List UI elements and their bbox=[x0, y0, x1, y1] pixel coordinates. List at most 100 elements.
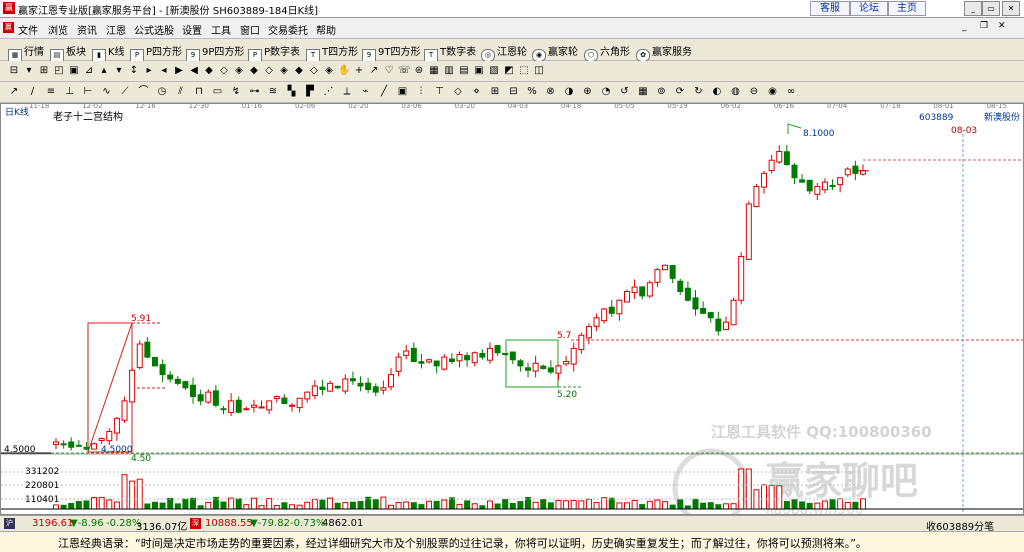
draw-tool-icon[interactable]: ▾ bbox=[113, 65, 125, 77]
draw-tool-icon[interactable]: ⬚ bbox=[518, 65, 530, 77]
analysis-tool-icon[interactable]: ⊖ bbox=[748, 86, 760, 98]
draw-tool-icon[interactable]: ◈ bbox=[278, 65, 290, 77]
menu-help[interactable]: 帮助 bbox=[316, 22, 336, 37]
analysis-tool-icon[interactable]: ▭ bbox=[212, 86, 224, 98]
tool-gann-wheel[interactable]: ◎ 江恩轮 bbox=[481, 43, 527, 62]
analysis-tool-icon[interactable]: ∞ bbox=[785, 86, 797, 98]
draw-tool-icon[interactable]: ▧ bbox=[488, 65, 500, 77]
analysis-tool-icon[interactable]: ∿ bbox=[101, 86, 113, 98]
menu-window[interactable]: 窗口 bbox=[240, 22, 260, 37]
analysis-tool-icon[interactable]: ↯ bbox=[230, 86, 242, 98]
draw-tool-icon[interactable]: ⊟ bbox=[8, 65, 20, 77]
draw-tool-icon[interactable]: ◇ bbox=[308, 65, 320, 77]
draw-tool-icon[interactable]: ▦ bbox=[428, 65, 440, 77]
draw-tool-icon[interactable]: ◩ bbox=[503, 65, 515, 77]
draw-tool-icon[interactable]: ▤ bbox=[458, 65, 470, 77]
tool-p-table[interactable]: P P数字表 bbox=[248, 43, 300, 62]
draw-tool-icon[interactable]: ☏ bbox=[398, 65, 411, 77]
kline-chart-panel[interactable]: 11-18 12-02 12-16 12-30 01-16 02-06 02-20 03-06… bbox=[0, 103, 1024, 515]
draw-tool-icon[interactable]: ◰ bbox=[53, 65, 65, 77]
analysis-tool-icon[interactable]: ≋ bbox=[267, 86, 279, 98]
analysis-tool-icon[interactable]: % bbox=[526, 86, 538, 98]
draw-tool-icon[interactable]: ⊿ bbox=[83, 65, 95, 77]
analysis-tool-icon[interactable]: ⊞ bbox=[489, 86, 501, 98]
mdi-restore-icon[interactable]: ❐ bbox=[980, 21, 988, 31]
analysis-tool-icon[interactable]: ⊗ bbox=[545, 86, 557, 98]
draw-tool-icon[interactable]: ▾ bbox=[23, 65, 35, 77]
analysis-tool-icon[interactable]: ╱ bbox=[378, 86, 390, 98]
maximize-icon[interactable]: ▭ bbox=[982, 1, 1000, 16]
analysis-tool-icon[interactable]: ⋰ bbox=[323, 86, 335, 98]
tool-t-square[interactable]: T T四方形 bbox=[306, 43, 358, 62]
kline-chart[interactable]: 11-18 12-02 12-16 12-30 01-16 02-06 02-20 03-06… bbox=[1, 104, 1023, 514]
sh-index-value[interactable]: 3196.61 bbox=[32, 518, 73, 529]
draw-tool-icon[interactable]: ▣ bbox=[68, 65, 80, 77]
draw-tool-icon[interactable]: ▣ bbox=[473, 65, 485, 77]
draw-tool-icon[interactable]: ▸ bbox=[143, 65, 155, 77]
menu-browse[interactable]: 浏览 bbox=[48, 22, 68, 37]
analysis-tool-icon[interactable]: ⊚ bbox=[656, 86, 668, 98]
analysis-tool-icon[interactable]: ⟂ bbox=[341, 86, 353, 98]
analysis-tool-icon[interactable]: ⊕ bbox=[582, 86, 594, 98]
draw-tool-icon[interactable]: ♡ bbox=[383, 65, 395, 77]
tool-t-table[interactable]: T T数字表 bbox=[424, 43, 476, 62]
draw-tool-icon[interactable]: ◫ bbox=[533, 65, 545, 77]
draw-tool-icon[interactable]: ◆ bbox=[248, 65, 260, 77]
menu-trade[interactable]: 交易委托 bbox=[268, 22, 308, 37]
draw-tool-icon[interactable]: ◇ bbox=[263, 65, 275, 77]
analysis-tool-icon[interactable]: ↺ bbox=[619, 86, 631, 98]
draw-tool-icon[interactable]: ⊛ bbox=[413, 65, 425, 77]
analysis-tool-icon[interactable]: ⊟ bbox=[508, 86, 520, 98]
analysis-tool-icon[interactable]: ⊓ bbox=[193, 86, 205, 98]
analysis-tool-icon[interactable]: ⟋ bbox=[119, 86, 131, 98]
draw-tool-icon[interactable]: ◆ bbox=[293, 65, 305, 77]
tool-quotes[interactable]: ▦ 行情 bbox=[8, 43, 44, 62]
draw-tool-icon[interactable]: ◀ bbox=[188, 65, 200, 77]
tool-sector[interactable]: ▤ 板块 bbox=[50, 43, 86, 62]
analysis-tool-icon[interactable]: ◐ bbox=[711, 86, 723, 98]
home-link[interactable]: 主页 bbox=[888, 1, 926, 16]
analysis-tool-icon[interactable]: ▚ bbox=[286, 86, 298, 98]
analysis-tool-icon[interactable]: ⋄ bbox=[471, 86, 483, 98]
analysis-tool-icon[interactable]: ▣ bbox=[397, 86, 409, 98]
sz-index-value[interactable]: 10888.55 bbox=[205, 518, 253, 529]
analysis-tool-icon[interactable]: ⊤ bbox=[434, 86, 446, 98]
analysis-tool-icon[interactable]: ◇ bbox=[452, 86, 464, 98]
close-icon[interactable]: ✕ bbox=[1002, 1, 1020, 16]
tool-9p-square[interactable]: 9 9P四方形 bbox=[186, 43, 244, 62]
draw-tool-icon[interactable]: ✋ bbox=[338, 65, 350, 77]
draw-tool-icon[interactable]: ⊞ bbox=[38, 65, 50, 77]
draw-tool-icon[interactable]: ▶ bbox=[173, 65, 185, 77]
analysis-tool-icon[interactable]: ≡ bbox=[45, 86, 57, 98]
draw-tool-icon[interactable]: ◈ bbox=[323, 65, 335, 77]
draw-tool-icon[interactable]: ▴ bbox=[98, 65, 110, 77]
menu-file[interactable]: 文件 bbox=[18, 22, 38, 37]
forum-link[interactable]: 论坛 bbox=[850, 1, 888, 16]
analysis-tool-icon[interactable]: ◔ bbox=[600, 86, 612, 98]
analysis-tool-icon[interactable]: ⊥ bbox=[64, 86, 76, 98]
mdi-close-icon[interactable]: ✕ bbox=[998, 21, 1006, 31]
menu-formula[interactable]: 公式选股 bbox=[134, 22, 174, 37]
menu-gann[interactable]: 江恩 bbox=[106, 22, 126, 37]
draw-tool-icon[interactable]: ▥ bbox=[443, 65, 455, 77]
tool-winner-service[interactable]: ✿ 赢家服务 bbox=[636, 43, 692, 62]
analysis-tool-icon[interactable]: ◉ bbox=[767, 86, 779, 98]
analysis-tool-icon[interactable]: ∕ bbox=[27, 86, 39, 98]
draw-tool-icon[interactable]: ◂ bbox=[158, 65, 170, 77]
analysis-tool-icon[interactable]: ▦ bbox=[637, 86, 649, 98]
analysis-tool-icon[interactable]: ◍ bbox=[730, 86, 742, 98]
draw-tool-icon[interactable]: ◈ bbox=[233, 65, 245, 77]
analysis-tool-icon[interactable]: ⊢ bbox=[82, 86, 94, 98]
analysis-tool-icon[interactable]: ↗ bbox=[8, 86, 20, 98]
analysis-tool-icon[interactable]: ◑ bbox=[563, 86, 575, 98]
service-link[interactable]: 客服 bbox=[810, 1, 850, 16]
analysis-tool-icon[interactable]: ◷ bbox=[156, 86, 168, 98]
tool-p-square[interactable]: P P四方形 bbox=[130, 43, 182, 62]
tool-kline[interactable]: ▮ K线 bbox=[92, 43, 125, 62]
mdi-minimize-icon[interactable]: _ bbox=[962, 22, 967, 32]
tool-9t-square[interactable]: 9 9T四方形 bbox=[362, 43, 420, 62]
analysis-tool-icon[interactable]: ⌁ bbox=[360, 86, 372, 98]
draw-tool-icon[interactable]: ◇ bbox=[218, 65, 230, 77]
analysis-tool-icon[interactable]: ⫽ bbox=[175, 86, 187, 98]
analysis-tool-icon[interactable]: ⫶ bbox=[415, 86, 427, 98]
